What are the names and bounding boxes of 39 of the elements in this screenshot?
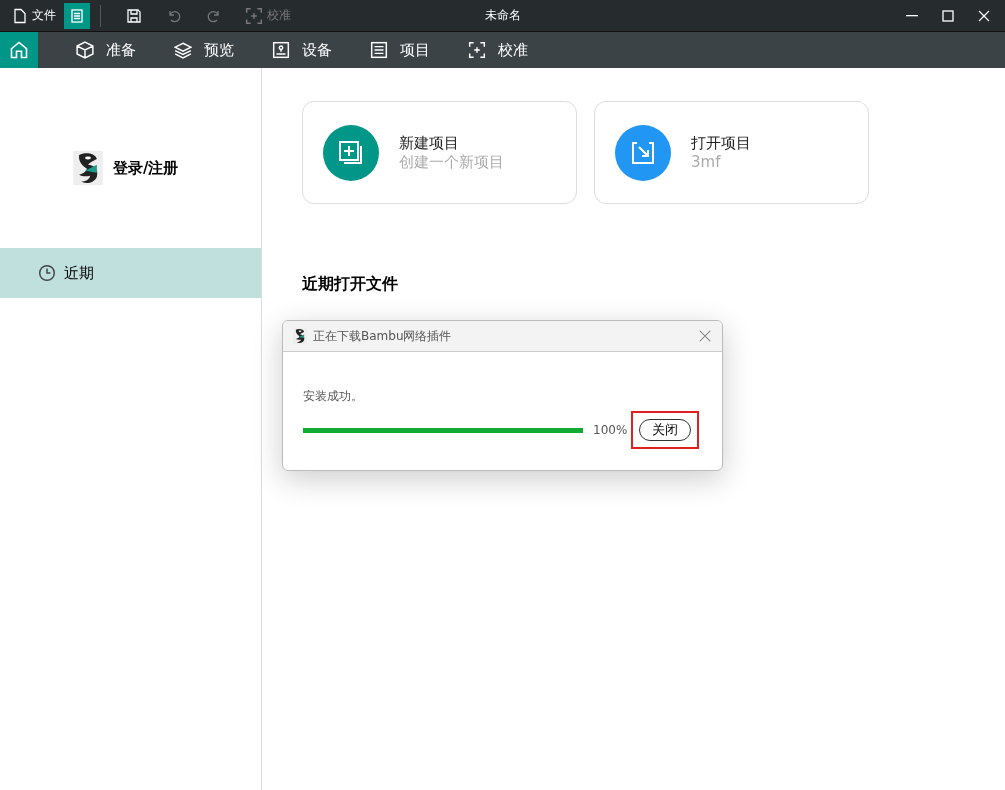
device-icon <box>272 41 290 59</box>
calibrate-icon <box>468 41 486 59</box>
card-subtitle: 创建一个新项目 <box>399 152 504 172</box>
nav-tab[interactable]: 项目 <box>370 32 430 68</box>
card-title: 打开项目 <box>691 134 751 153</box>
nav-tab[interactable]: 准备 <box>76 32 136 68</box>
login-link[interactable]: 登录/注册 <box>113 158 179 178</box>
project-card[interactable]: 打开项目 3mf <box>594 101 869 204</box>
home-icon <box>9 40 29 60</box>
minimize-icon <box>906 14 918 17</box>
maximize-icon <box>940 7 956 24</box>
status-message: 安装成功。 <box>303 388 363 405</box>
clock-icon <box>38 264 56 282</box>
nav-tab[interactable]: 校准 <box>468 32 528 68</box>
sidebar-item[interactable]: 近期 <box>0 248 261 298</box>
card-subtitle: 3mf <box>691 153 722 171</box>
app-logo <box>293 327 307 345</box>
save-icon <box>126 7 142 24</box>
app-logo <box>73 150 103 186</box>
dialog-title: 正在下载Bambu网络插件 <box>313 327 452 345</box>
project-icon <box>370 41 388 59</box>
nav-tab[interactable]: 设备 <box>272 32 332 68</box>
dialog-close-button[interactable] <box>698 329 712 343</box>
prepare-icon <box>76 41 94 59</box>
nav-tab[interactable]: 预览 <box>174 32 234 68</box>
document-icon <box>12 7 28 24</box>
nav-tab[interactable] <box>0 32 38 68</box>
project-card[interactable]: 新建项目 创建一个新项目 <box>302 101 577 204</box>
window-title: 未命名 <box>484 7 521 24</box>
menu-button[interactable] <box>64 2 90 29</box>
calibrate-icon <box>245 6 263 25</box>
section-heading: 近期打开文件 <box>302 274 399 295</box>
file-menu-button[interactable]: 文件 <box>8 2 60 29</box>
close-dialog-button[interactable]: 关闭 <box>639 419 692 441</box>
list-icon <box>69 7 85 24</box>
progress-reading: 100% <box>593 423 628 437</box>
card-title: 新建项目 <box>399 133 460 153</box>
close-icon <box>698 329 712 343</box>
preview-icon <box>174 41 192 59</box>
